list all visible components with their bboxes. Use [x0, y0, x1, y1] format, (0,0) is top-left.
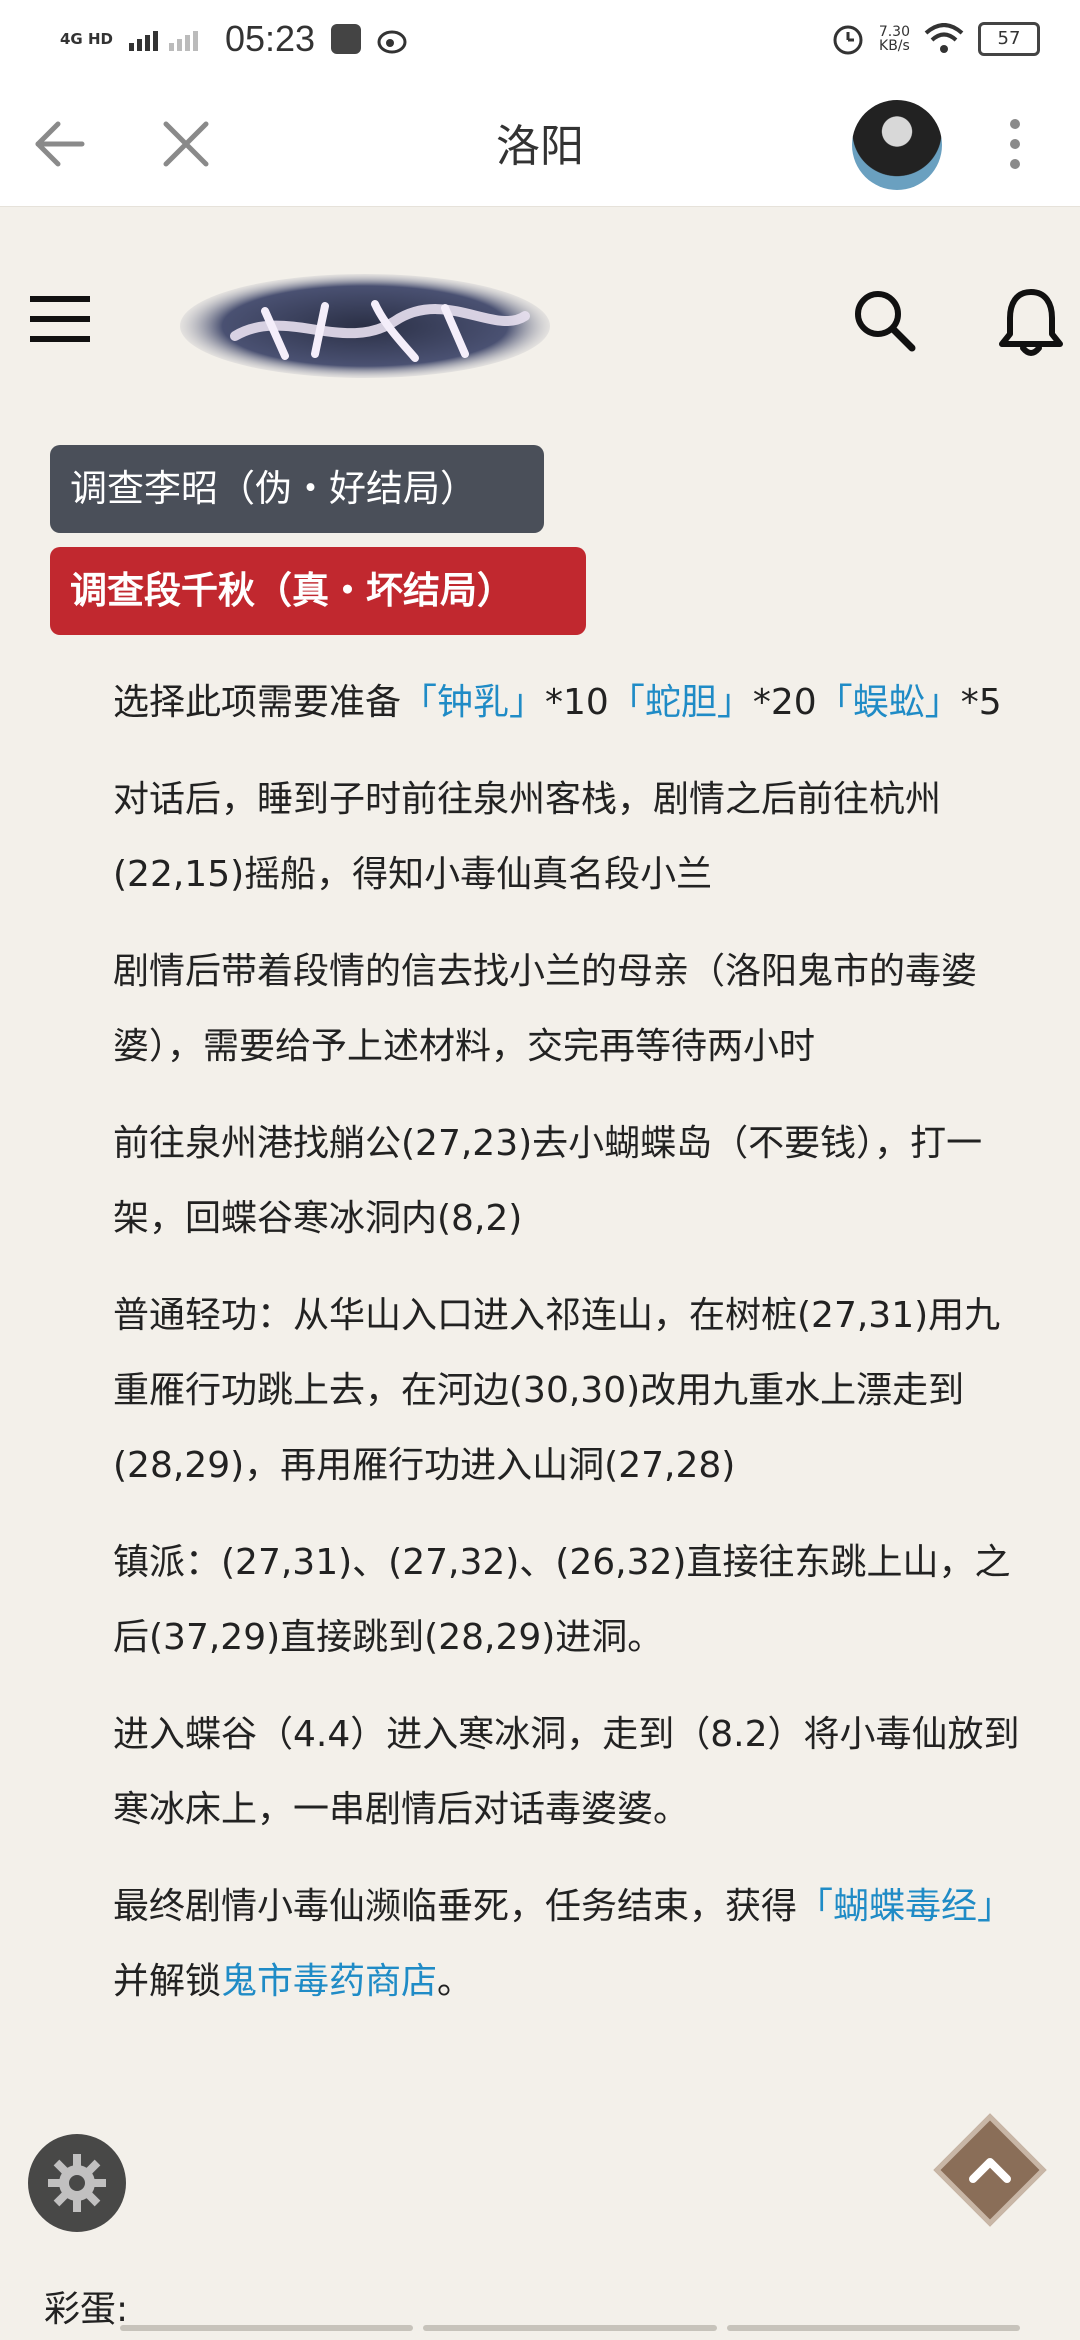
paragraph-reward: 最终剧情小毒仙濒临垂死，任务结束，获得「蝴蝶毒经」并解锁鬼市毒药商店。	[113, 1869, 1023, 2019]
article-body: 选择此项需要准备「钟乳」*10「蛇胆」*20「蜈蚣」*5 对话后，睡到子时前往泉…	[113, 665, 1023, 2041]
alarm-icon	[833, 25, 863, 55]
bottom-divider	[120, 2325, 1020, 2331]
battery-indicator: 57	[978, 22, 1040, 56]
net-speed-value: 7.30	[878, 24, 910, 40]
divider-segment	[120, 2325, 414, 2331]
text: *10	[545, 682, 609, 723]
weibo-icon	[377, 30, 407, 54]
link-wugong[interactable]: 「蜈蚣」	[817, 682, 961, 723]
back-to-top-icon	[969, 2158, 1011, 2183]
gear-icon	[48, 2154, 106, 2212]
text: *20	[752, 682, 817, 723]
paragraph-materials: 选择此项需要准备「钟乳」*10「蛇胆」*20「蜈蚣」*5	[113, 665, 1023, 740]
signal-icon	[128, 31, 198, 51]
search-icon[interactable]	[850, 286, 920, 356]
paragraph: 对话后，睡到子时前往泉州客栈，剧情之后前往杭州(22,15)摇船，得知小毒仙真名…	[113, 779, 942, 895]
link-ghost-market-poison-shop[interactable]: 鬼市毒药商店	[221, 1961, 437, 2002]
paragraph: 普通轻功：从华山入口进入祁连山，在树桩(27,31)用九重雁行功跳上去，在河边(…	[113, 1295, 1001, 1486]
link-butterfly-poison-book[interactable]: 「蝴蝶毒经」	[797, 1886, 1013, 1927]
text: 并解锁	[113, 1961, 222, 2002]
avatar[interactable]	[852, 100, 942, 190]
kebab-menu-icon[interactable]	[1000, 116, 1030, 172]
easter-egg-heading: 彩蛋:	[44, 2289, 129, 2330]
network-indicator: 4G HD	[60, 29, 113, 48]
net-speed-unit: KB/s	[879, 38, 910, 54]
link-zhongru[interactable]: 「钟乳」	[401, 682, 545, 723]
top-navigation-bar: 洛阳	[0, 80, 1080, 207]
site-logo[interactable]	[175, 266, 555, 386]
clock: 05:23	[224, 18, 316, 59]
text: 。	[437, 1961, 474, 2002]
text: 最终剧情小毒仙濒临垂死，任务结束，获得	[113, 1886, 798, 1927]
back-to-top-button[interactable]	[933, 2113, 1047, 2227]
settings-button[interactable]	[28, 2134, 126, 2232]
site-header	[0, 206, 1080, 426]
link-shedan[interactable]: 「蛇胆」	[609, 682, 753, 723]
tab-investigate-duan-qianqiu[interactable]: 调查段千秋（真・坏结局）	[50, 547, 586, 635]
divider-segment	[423, 2325, 717, 2331]
app-notification-icon	[331, 24, 362, 54]
hamburger-menu-icon[interactable]	[30, 294, 90, 344]
wifi-icon	[924, 23, 964, 53]
paragraph: 进入蝶谷（4.4）进入寒冰洞，走到（8.2）将小毒仙放到寒冰床上，一串剧情后对话…	[113, 1714, 1020, 1830]
net-speed: 7.30 KB/s	[879, 25, 910, 53]
tab-investigate-li-zhao[interactable]: 调查李昭（伪・好结局）	[50, 445, 544, 533]
paragraph: 镇派：(27,31)、(27,32)、(26,32)直接往东跳上山，之后(37,…	[113, 1542, 1011, 1658]
bell-icon[interactable]	[998, 286, 1064, 358]
paragraph: 剧情后带着段情的信去找小兰的母亲（洛阳鬼市的毒婆婆），需要给予上述材料，交完再等…	[113, 951, 978, 1067]
divider-segment	[726, 2325, 1020, 2331]
status-bar: 4G HD 05:23 7.30 KB/s 57	[0, 0, 1080, 80]
paragraph: 前往泉州港找艄公(27,23)去小蝴蝶岛（不要钱），打一架，回蝶谷寒冰洞内(8,…	[113, 1123, 983, 1239]
text: 选择此项需要准备	[113, 682, 402, 723]
text: *5	[960, 682, 1002, 723]
